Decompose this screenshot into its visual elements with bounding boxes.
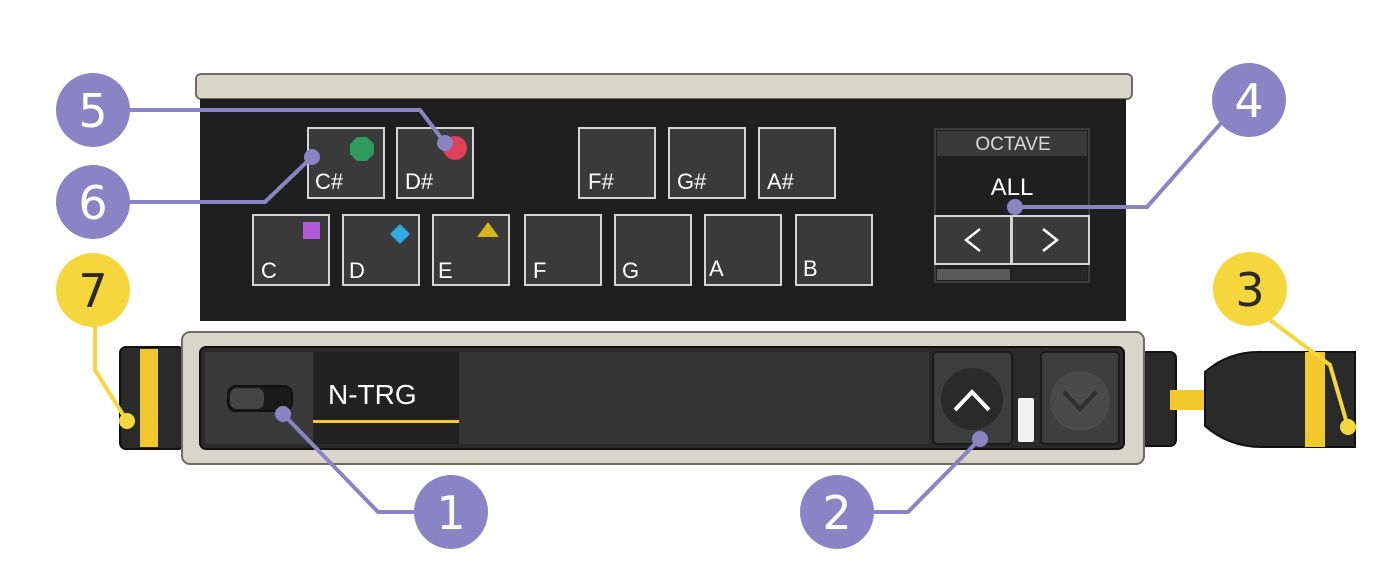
key-label: A <box>709 256 724 281</box>
callout-4: 4 <box>1212 63 1286 137</box>
diagram-canvas: C# D# F# G# A# C D E F G A B OCTAVE ALL … <box>56 63 1356 549</box>
key-label: F <box>533 258 546 283</box>
key-c-sharp[interactable]: C# <box>307 127 385 199</box>
module-strip: N-TRG <box>181 331 1145 465</box>
key-label: G# <box>677 169 707 194</box>
octave-value: ALL <box>991 174 1034 201</box>
key-label: G <box>622 258 639 283</box>
key-label: D <box>349 258 365 283</box>
square-marker-icon <box>303 222 320 239</box>
callout-number: 7 <box>78 264 107 318</box>
leader-dot <box>972 431 988 447</box>
switch-icon <box>230 388 264 409</box>
key-a[interactable]: A <box>704 214 782 286</box>
octave-prev-button[interactable] <box>934 215 1012 265</box>
leader-dot <box>1340 419 1356 435</box>
mode-underline <box>313 420 459 423</box>
white-keys: C D E F G A B <box>252 214 873 286</box>
callout-number: 2 <box>822 486 851 540</box>
callout-number: 1 <box>436 486 465 540</box>
callout-1: 1 <box>414 475 488 549</box>
key-label: D# <box>405 169 434 194</box>
callout-number: 3 <box>1235 263 1264 317</box>
leader-dot <box>437 135 453 151</box>
callout-3: 3 <box>1213 252 1287 326</box>
callout-number: 5 <box>78 84 107 138</box>
key-b[interactable]: B <box>795 214 873 286</box>
callout-2: 2 <box>800 475 874 549</box>
left-connector <box>119 346 185 450</box>
level-indicator <box>1018 398 1034 442</box>
key-label: E <box>438 258 453 283</box>
down-button[interactable] <box>1040 351 1120 445</box>
leader-dot <box>275 406 291 422</box>
key-g-sharp[interactable]: G# <box>668 127 746 199</box>
leader-dot <box>304 149 320 165</box>
display-area <box>459 352 929 444</box>
key-f[interactable]: F <box>524 214 602 286</box>
callout-6: 6 <box>56 165 130 239</box>
key-a-sharp[interactable]: A# <box>758 127 836 199</box>
mode-label: N-TRG <box>328 379 417 410</box>
callout-7: 7 <box>56 253 130 327</box>
leader-dot <box>1007 199 1023 215</box>
octave-position-bar-filled <box>937 269 1010 280</box>
octave-position-bar-empty <box>1012 269 1087 280</box>
keyboard-top-rail <box>195 73 1133 100</box>
key-label: A# <box>767 169 795 194</box>
key-g[interactable]: G <box>614 214 692 286</box>
callout-5: 5 <box>56 73 130 147</box>
key-f-sharp[interactable]: F# <box>578 127 656 199</box>
right-connector <box>1115 350 1356 449</box>
leader-dot <box>119 413 135 429</box>
key-label: C# <box>315 169 344 194</box>
key-label: F# <box>588 169 614 194</box>
octave-next-button[interactable] <box>1011 215 1090 265</box>
key-label: B <box>803 256 818 281</box>
octagon-marker-icon <box>350 137 374 161</box>
callout-number: 4 <box>1234 74 1263 128</box>
callout-number: 6 <box>78 176 107 230</box>
up-button[interactable] <box>932 351 1013 445</box>
key-label: C <box>261 258 277 283</box>
key-d[interactable]: D <box>342 214 420 286</box>
key-e[interactable]: E <box>432 214 510 286</box>
octave-header-label: OCTAVE <box>975 134 1050 155</box>
